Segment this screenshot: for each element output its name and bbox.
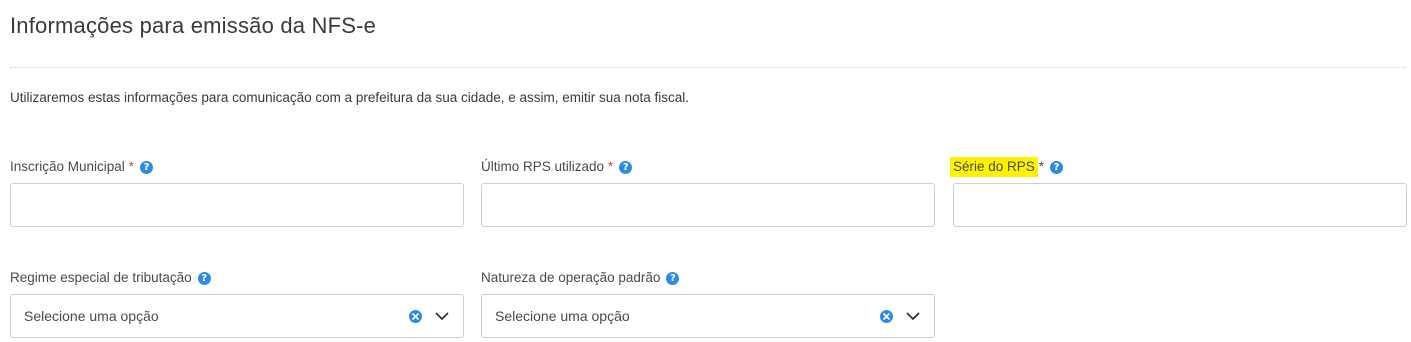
natureza-operacao-select[interactable]: Selecione uma opção xyxy=(481,294,935,338)
label-text: Regime especial de tributação xyxy=(10,270,192,285)
label-text: Último RPS utilizado xyxy=(481,159,605,174)
required-asterisk: * xyxy=(1038,159,1045,174)
field-natureza-operacao: Natureza de operação padrão ? Selecione … xyxy=(481,269,935,338)
required-asterisk: * xyxy=(128,159,135,174)
page-title: Informações para emissão da NFS-e xyxy=(10,13,377,38)
x-circle-icon[interactable] xyxy=(880,309,893,323)
field-inscricao-municipal: Inscrição Municipal * ? xyxy=(10,158,464,227)
title-divider xyxy=(10,67,1406,68)
x-circle-icon[interactable] xyxy=(409,309,422,323)
label-text-highlighted: Série do RPS xyxy=(950,157,1038,177)
field-ultimo-rps: Último RPS utilizado * ? xyxy=(481,158,935,227)
select-value: Selecione uma opção xyxy=(24,308,159,324)
chevron-down-icon[interactable] xyxy=(435,312,449,321)
field-serie-rps: Série do RPS * ? xyxy=(950,157,1407,227)
regime-especial-select[interactable]: Selecione uma opção xyxy=(10,294,464,338)
help-icon[interactable]: ? xyxy=(619,160,633,174)
chevron-down-icon[interactable] xyxy=(906,312,920,321)
help-icon[interactable]: ? xyxy=(666,271,680,285)
help-icon[interactable]: ? xyxy=(1050,160,1064,174)
ultimo-rps-input[interactable] xyxy=(481,183,935,227)
label-text: Natureza de operação padrão xyxy=(481,270,661,285)
inscricao-municipal-input[interactable] xyxy=(10,183,464,227)
select-value: Selecione uma opção xyxy=(495,308,630,324)
serie-rps-input[interactable] xyxy=(953,183,1407,227)
label-text: Inscrição Municipal xyxy=(10,159,125,174)
help-icon[interactable]: ? xyxy=(197,271,211,285)
field-label: Natureza de operação padrão ? xyxy=(481,269,935,287)
field-regime-especial: Regime especial de tributação ? Selecion… xyxy=(10,269,464,338)
field-label: Série do RPS * ? xyxy=(950,157,1407,177)
field-label: Inscrição Municipal * ? xyxy=(10,158,464,176)
required-asterisk: * xyxy=(608,159,614,174)
field-label: Regime especial de tributação ? xyxy=(10,269,464,287)
field-label: Último RPS utilizado * ? xyxy=(481,158,935,176)
intro-text: Utilizaremos estas informações para comu… xyxy=(10,90,690,105)
help-icon[interactable]: ? xyxy=(140,160,154,174)
